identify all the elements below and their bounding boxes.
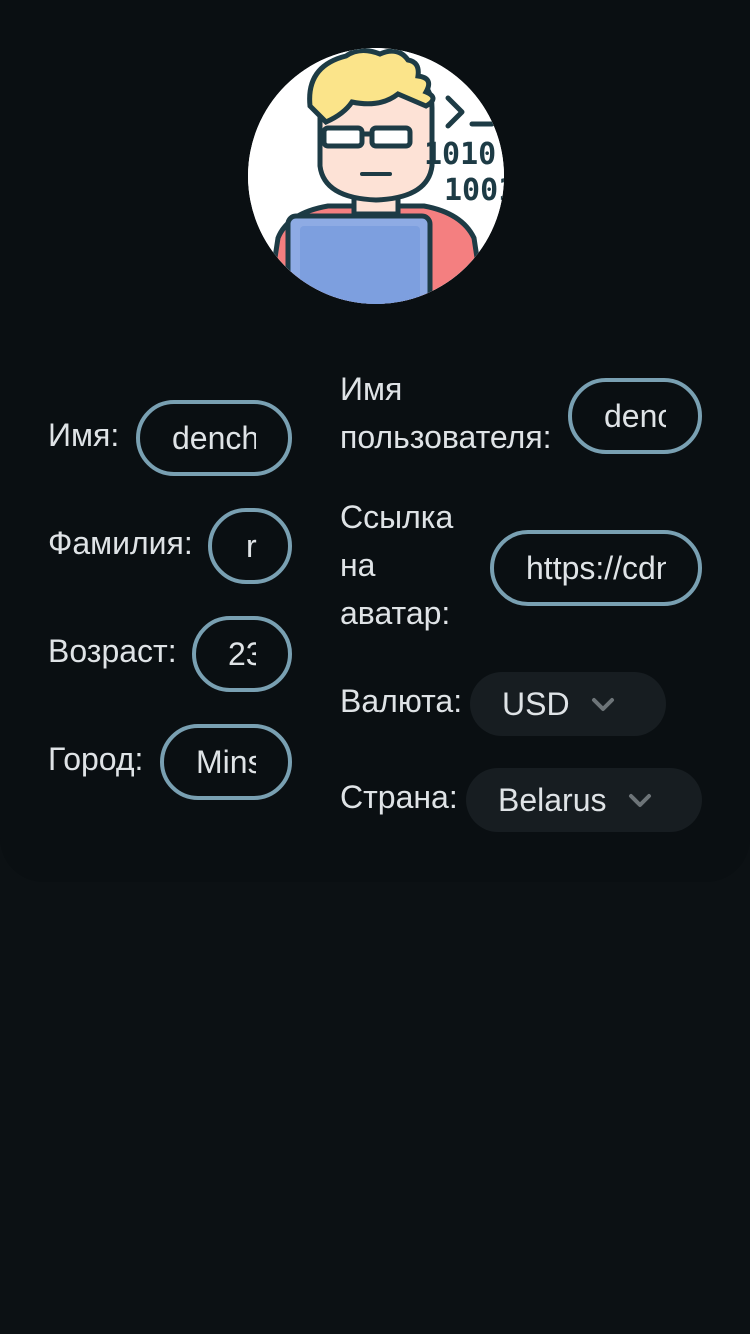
age-label: Возраст:: [48, 633, 177, 669]
username-field[interactable]: [568, 378, 702, 454]
last-name-label: Фамилия:: [48, 525, 193, 561]
age-field[interactable]: [192, 616, 292, 692]
country-label: Страна:: [340, 779, 458, 815]
city-input[interactable]: [164, 728, 288, 796]
avatar-link-field[interactable]: [490, 530, 702, 606]
chevron-down-icon: [628, 794, 651, 807]
chevron-down-icon: [591, 698, 614, 711]
avatar: 1010 1001: [248, 48, 504, 304]
first-name-label: Имя:: [48, 417, 120, 453]
profile-card: 1010 1001 Имя: Фамилия: Возраст: Город: …: [0, 0, 750, 882]
avatar-link-label-line2: на: [340, 547, 376, 583]
avatar-link-label-line3: аватар:: [340, 595, 451, 631]
svg-text:1001: 1001: [444, 173, 504, 208]
country-select[interactable]: Belarus: [466, 768, 702, 832]
avatar-link-input[interactable]: [494, 534, 698, 602]
username-label-line1: Имя: [340, 371, 403, 407]
first-name-input[interactable]: [140, 404, 288, 472]
programmer-avatar-icon: 1010 1001: [248, 48, 504, 304]
username-label-line2: пользователя:: [340, 419, 552, 455]
city-label: Город:: [48, 741, 144, 777]
age-input[interactable]: [196, 620, 288, 688]
first-name-field[interactable]: [136, 400, 292, 476]
country-value: Belarus: [498, 781, 607, 818]
last-name-field[interactable]: [208, 508, 292, 584]
currency-label: Валюта:: [340, 683, 463, 719]
city-field[interactable]: [160, 724, 292, 800]
last-name-input[interactable]: [212, 512, 288, 580]
username-input[interactable]: [572, 382, 698, 450]
currency-value: USD: [502, 685, 570, 722]
svg-text:1010: 1010: [424, 137, 496, 172]
currency-select[interactable]: USD: [470, 672, 666, 736]
avatar-link-label-line1: Ссылка: [340, 499, 454, 535]
